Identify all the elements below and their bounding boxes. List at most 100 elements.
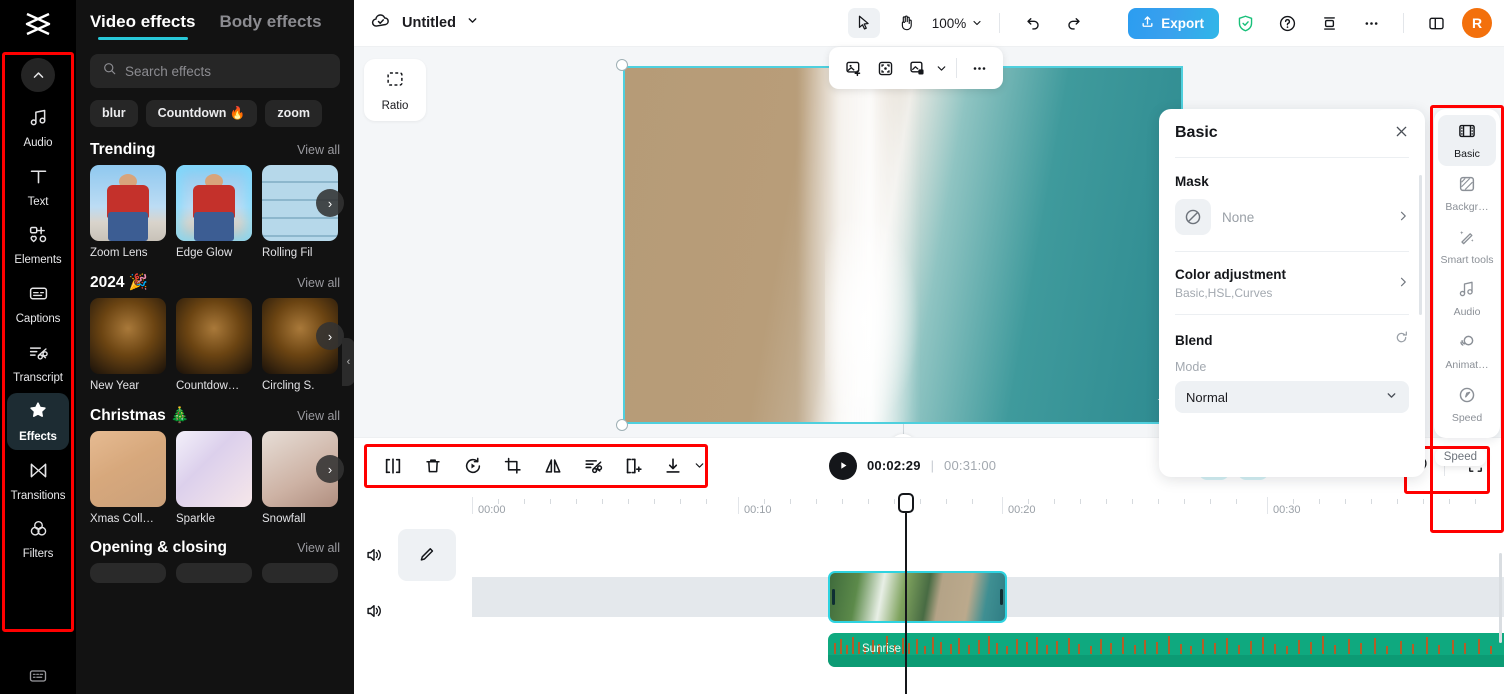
view-all-link[interactable]: View all (297, 409, 340, 423)
property-tab-audio[interactable]: Audio (1438, 273, 1496, 324)
chevron-right-icon[interactable]: › (316, 455, 344, 483)
view-all-link[interactable]: View all (297, 541, 340, 555)
search-input[interactable]: Search effects (90, 54, 340, 88)
timeline-video-clip[interactable] (828, 571, 1007, 623)
playhead[interactable] (898, 493, 914, 694)
redo-icon[interactable] (1058, 8, 1090, 38)
cloud-check-icon[interactable] (370, 10, 392, 37)
effect-tag[interactable]: blur (90, 100, 138, 127)
cursor-arrow-icon[interactable] (847, 8, 880, 38)
chevron-down-icon[interactable] (466, 14, 479, 32)
remove-bg-icon[interactable] (903, 54, 931, 82)
sidebar-item-filters[interactable]: Filters (7, 511, 69, 567)
timeline-audio-clip[interactable]: Sunrise (828, 633, 1504, 667)
keyboard-shortcuts-icon[interactable] (0, 666, 76, 686)
pencil-edit-icon[interactable] (398, 529, 456, 581)
volume-icon[interactable] (354, 601, 394, 621)
chevron-down-icon[interactable] (693, 459, 706, 472)
left-sidebar-items: Audio Text Elements Captions Transcript … (0, 48, 76, 570)
chevron-right-icon[interactable]: › (316, 322, 344, 350)
delete-button[interactable] (418, 451, 448, 481)
avatar[interactable]: R (1462, 8, 1492, 38)
video-preview[interactable]: ID: (623, 66, 1183, 424)
zoom-level-selector[interactable]: 100% (932, 16, 984, 31)
tab-video-effects[interactable]: Video effects (90, 12, 196, 40)
effect-card[interactable]: Xmas Coll… (90, 431, 166, 525)
chevron-right-icon[interactable]: › (316, 189, 344, 217)
video-preview-frame[interactable]: ID: (616, 47, 1183, 462)
sidebar-item-audio[interactable]: Audio (7, 100, 69, 156)
hand-icon[interactable] (890, 8, 922, 38)
property-tab-speed[interactable]: Speed (1438, 379, 1496, 430)
effect-card[interactable]: Sparkle (176, 431, 252, 525)
close-icon[interactable] (1394, 124, 1409, 143)
view-all-link[interactable]: View all (297, 276, 340, 290)
sidebar-item-captions[interactable]: Captions (7, 276, 69, 332)
effect-card[interactable] (176, 563, 252, 583)
volume-icon[interactable] (354, 545, 394, 565)
resize-handle-bl[interactable] (616, 419, 628, 431)
download-button[interactable] (658, 451, 688, 481)
stack-icon[interactable] (1313, 8, 1345, 38)
sidebar-item-elements[interactable]: Elements (7, 217, 69, 273)
effect-card[interactable]: Countdow… (176, 298, 252, 392)
split-panel-icon[interactable] (1420, 8, 1452, 38)
effect-card[interactable]: New Year (90, 298, 166, 392)
auto-cut-button[interactable] (578, 451, 608, 481)
project-title[interactable]: Untitled (402, 15, 456, 31)
effect-card[interactable]: Edge Glow (176, 165, 252, 259)
property-tab-smart-tools[interactable]: Smart tools (1438, 221, 1496, 272)
chevron-left-icon[interactable]: ‹ (342, 338, 354, 386)
shield-check-icon[interactable] (1229, 8, 1261, 38)
color-adjustment-row[interactable]: Color adjustment Basic,HSL,Curves (1175, 252, 1409, 314)
undo-icon[interactable] (1016, 8, 1048, 38)
effect-card[interactable] (262, 563, 338, 583)
property-tab-basic[interactable]: Basic (1438, 115, 1496, 166)
play-button[interactable] (829, 451, 857, 480)
more-horizontal-icon[interactable] (965, 54, 993, 82)
property-tab-background[interactable]: Backgr… (1438, 168, 1496, 219)
add-image-icon[interactable] (839, 54, 867, 82)
capcut-logo-icon[interactable] (0, 0, 76, 48)
view-all-link[interactable]: View all (297, 143, 340, 157)
transitions-icon (28, 460, 49, 486)
mask-row[interactable]: None (1175, 199, 1409, 251)
more-horizontal-icon[interactable] (1355, 8, 1387, 38)
section-header-christmas: Christmas 🎄 View all (76, 392, 354, 431)
ratio-button[interactable]: Ratio (364, 59, 426, 121)
sidebar-item-transcript[interactable]: Transcript (7, 335, 69, 391)
timeline-scrollbar[interactable] (1499, 553, 1502, 643)
playhead-handle[interactable] (898, 493, 914, 513)
chevron-up-icon[interactable] (21, 58, 55, 92)
sidebar-item-effects[interactable]: Effects (7, 393, 69, 450)
chevron-down-icon[interactable] (935, 62, 948, 75)
question-circle-icon[interactable] (1271, 8, 1303, 38)
property-tab-label: Backgr… (1445, 200, 1489, 213)
resize-handle-tl[interactable] (616, 59, 628, 71)
freeze-frame-button[interactable] (618, 451, 648, 481)
tab-body-effects[interactable]: Body effects (220, 12, 322, 40)
elements-add-icon (28, 224, 49, 250)
split-button[interactable] (378, 451, 408, 481)
effect-card[interactable]: Zoom Lens (90, 165, 166, 259)
rotate-button[interactable] (458, 451, 488, 481)
effect-tag[interactable]: zoom (265, 100, 323, 127)
blend-mode-select[interactable]: Normal (1175, 381, 1409, 413)
timeline-ruler[interactable]: 00:00 00:10 00:20 00:30 (354, 493, 1504, 525)
reset-icon[interactable] (1394, 330, 1409, 350)
effect-card[interactable] (90, 563, 166, 583)
fit-frame-icon[interactable] (871, 54, 899, 82)
effects-star-icon (27, 400, 49, 427)
sidebar-item-transitions[interactable]: Transitions (7, 453, 69, 509)
mirror-button[interactable] (538, 451, 568, 481)
properties-scrollbar[interactable] (1419, 175, 1422, 315)
current-time: 00:02:29 (867, 458, 921, 473)
property-tab-animation[interactable]: Animat… (1438, 326, 1496, 377)
timeline[interactable]: 00:00 00:10 00:20 00:30 Sunrise (354, 493, 1504, 694)
sidebar-item-text[interactable]: Text (7, 159, 69, 215)
effect-tag-list: blur Countdown 🔥 zoom (76, 88, 354, 127)
effect-tag[interactable]: Countdown 🔥 (145, 100, 258, 127)
export-button[interactable]: Export (1128, 7, 1219, 39)
effect-label: Sparkle (176, 513, 215, 525)
crop-button[interactable] (498, 451, 528, 481)
